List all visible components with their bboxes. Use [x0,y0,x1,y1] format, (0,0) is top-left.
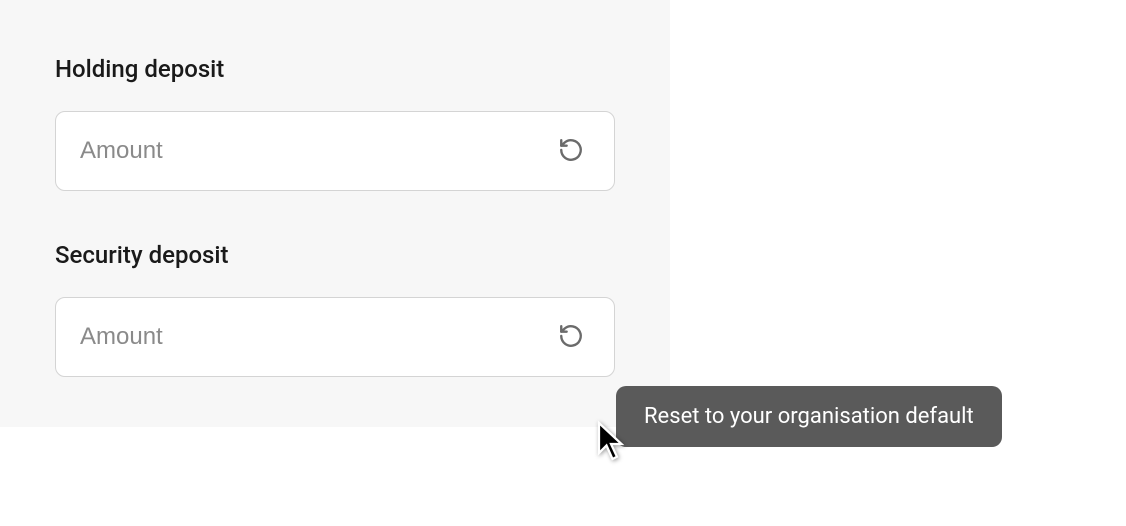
security-deposit-group: Security deposit [55,241,615,377]
reset-icon [558,137,584,166]
security-deposit-label: Security deposit [55,241,615,269]
reset-tooltip: Reset to your organisation default [616,386,1002,447]
security-deposit-input[interactable] [80,298,552,376]
security-deposit-reset-button[interactable] [552,317,590,358]
deposits-panel: Holding deposit Security deposit [0,0,670,427]
holding-deposit-group: Holding deposit [55,55,615,191]
holding-deposit-input[interactable] [80,112,552,190]
security-deposit-input-wrapper [55,297,615,377]
reset-icon [558,323,584,352]
holding-deposit-input-wrapper [55,111,615,191]
holding-deposit-label: Holding deposit [55,55,615,83]
holding-deposit-reset-button[interactable] [552,131,590,172]
